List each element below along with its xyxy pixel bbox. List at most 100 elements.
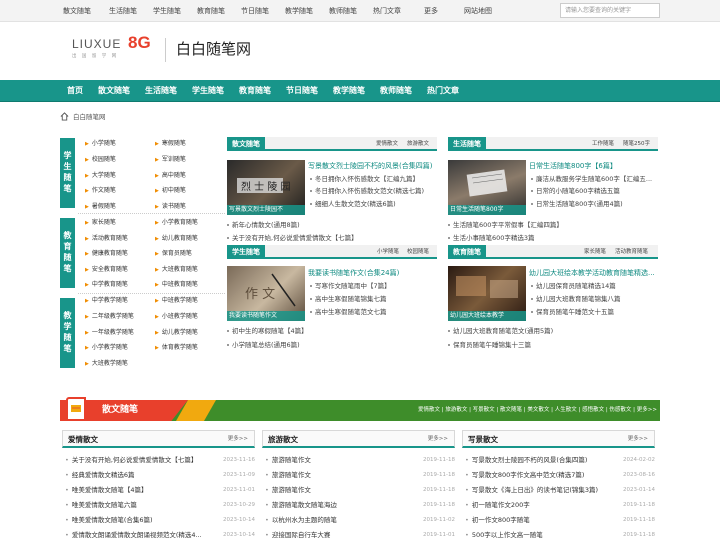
cat-link[interactable]: ▶ 活动教育随笔 xyxy=(85,234,128,244)
nav-jieri[interactable]: 节日随笔 xyxy=(286,80,318,102)
box-tag[interactable]: 活动教育随笔 xyxy=(615,245,648,259)
site-logo[interactable]: LIUXUE 8G 出 国 留 学 网 xyxy=(72,33,156,63)
article-thumbnail[interactable]: 幼儿园大班绘本教学 xyxy=(448,266,526,321)
box-title[interactable]: 生活随笔 xyxy=(448,137,486,151)
list-item[interactable]: 写寒作文随笔雨中【7篇】 xyxy=(310,281,437,292)
list-item[interactable]: 保育员随笔午睡锦集十三篇 xyxy=(448,340,658,351)
box-tag[interactable]: 旅游散文 xyxy=(407,137,429,151)
list-item[interactable]: 高中生寒假随笔范文七篇 xyxy=(310,307,437,318)
top-link-shenghuo[interactable]: 生活随笔 xyxy=(109,0,137,22)
column-title[interactable]: 旅游散文 xyxy=(268,431,298,448)
list-item[interactable]: 冬日拥你入怀伤感散文范文(精选七篇) xyxy=(310,186,437,197)
more-link[interactable]: 更多>> xyxy=(228,431,248,448)
list-item[interactable]: • 旅游随笔散文随笔海边 2019-11-18 xyxy=(262,499,455,512)
nav-sanwen[interactable]: 散文随笔 xyxy=(98,80,130,102)
column-title[interactable]: 写景散文 xyxy=(468,431,498,448)
list-item[interactable]: 高中生寒假随笔锦集七篇 xyxy=(310,294,437,305)
list-item[interactable]: • 爱情散文朗诵爱情散文朗诵视频范文(精选4... 2023-10-14 xyxy=(62,529,255,542)
list-item[interactable]: • 写景散文烈士陵园不朽的风景(合集四篇) 2024-02-02 xyxy=(462,454,655,467)
cat-link[interactable]: ▶ 读书随笔 xyxy=(155,202,186,212)
box-tag[interactable]: 爱情散文 xyxy=(376,137,398,151)
box-tag[interactable]: 随笔250字 xyxy=(623,137,650,151)
column-title[interactable]: 爱情散文 xyxy=(68,431,98,448)
list-item[interactable]: 新年心情散文(通用8篇) xyxy=(227,220,437,231)
nav-home[interactable]: 首页 xyxy=(67,80,83,102)
top-link-jiaoyu[interactable]: 教育随笔 xyxy=(197,0,225,22)
cat-link[interactable]: ▶ 幼儿教学随笔 xyxy=(155,328,198,338)
nav-shenghuo[interactable]: 生活随笔 xyxy=(145,80,177,102)
list-item[interactable]: • 以杭州水为主题的随笔 2019-11-02 xyxy=(262,514,455,527)
category-label-jiaoyu[interactable]: 教育随笔 xyxy=(60,218,75,288)
headline-link[interactable]: 我要读书随笔作文(合集24篇) xyxy=(308,268,437,278)
cat-link[interactable]: ▶ 二年级教学随笔 xyxy=(85,312,134,322)
box-title[interactable]: 教育随笔 xyxy=(448,245,486,259)
top-link-jiaoshi[interactable]: 教师随笔 xyxy=(329,0,357,22)
list-item[interactable]: • 唯美爱情散文随笔(合集6篇) 2023-10-14 xyxy=(62,514,255,527)
box-title[interactable]: 散文随笔 xyxy=(227,137,265,151)
cat-link[interactable]: ▶ 家长随笔 xyxy=(85,218,116,228)
list-item[interactable]: • 经典爱情散文精选6篇 2023-11-09 xyxy=(62,469,255,482)
list-item[interactable]: 廉洁从教服务学生随笔600字【汇编五... xyxy=(531,174,658,185)
list-item[interactable]: • 初一作文800字随笔 2019-11-18 xyxy=(462,514,655,527)
list-item[interactable]: • 迎接国际自行车大赛 2019-11-01 xyxy=(262,529,455,542)
nav-jiaoshi[interactable]: 教师随笔 xyxy=(380,80,412,102)
list-item[interactable]: 幼儿园保育员随笔精选14篇 xyxy=(531,281,658,292)
top-link-jiaoxue[interactable]: 教学随笔 xyxy=(285,0,313,22)
cat-link[interactable]: ▶ 校园随笔 xyxy=(85,155,116,165)
more-link[interactable]: 更多>> xyxy=(428,431,448,448)
list-item[interactable]: 小学随笔总结(通用6篇) xyxy=(227,340,437,351)
nav-remen[interactable]: 热门文章 xyxy=(427,80,459,102)
nav-xuesheng[interactable]: 学生随笔 xyxy=(192,80,224,102)
home-icon[interactable] xyxy=(60,112,69,121)
cat-link[interactable]: ▶ 暑假随笔 xyxy=(85,202,116,212)
top-link-xuesheng[interactable]: 学生随笔 xyxy=(153,0,181,22)
box-tag[interactable]: 工作随笔 xyxy=(592,137,614,151)
category-label-xuesheng[interactable]: 学生随笔 xyxy=(60,138,75,208)
top-link-sanwen[interactable]: 散文随笔 xyxy=(63,0,91,22)
list-item[interactable]: • 写景散文800字作文高中范文(精选7篇) 2023-08-16 xyxy=(462,469,655,482)
article-thumbnail[interactable]: 日常生活随笔800字 xyxy=(448,160,526,215)
list-item[interactable]: 日常的小随笔600字精选五篇 xyxy=(531,186,658,197)
article-thumbnail[interactable]: 作 文 我要读书随笔作文 xyxy=(227,266,305,321)
cat-link[interactable]: ▶ 高中随笔 xyxy=(155,171,186,181)
box-tag[interactable]: 校园随笔 xyxy=(407,245,429,259)
cat-link[interactable]: ▶ 初中随笔 xyxy=(155,186,186,196)
list-item[interactable]: • 唯美爱情散文随笔【4篇】 2023-11-01 xyxy=(62,484,255,497)
list-item[interactable]: • 关于没有开始,何必说爱情爱情散文【七篇】 2023-11-16 xyxy=(62,454,255,467)
band-links[interactable]: 爱情散文 | 旅游散文 | 写景散文 | 散文随笔 | 美文散文 | 人生散文 … xyxy=(418,400,657,421)
cat-link[interactable]: ▶ 中学教学随笔 xyxy=(85,296,128,306)
search-input[interactable]: 请输入您要查询的关键字 xyxy=(560,3,660,18)
band-title[interactable]: 散文随笔 xyxy=(102,400,138,421)
article-thumbnail[interactable]: 烈 士 陵 园 写景散文烈士陵园不 xyxy=(227,160,305,215)
cat-link[interactable]: ▶ 大班教育随笔 xyxy=(155,265,198,275)
top-link-sitemap[interactable]: 网站地图 xyxy=(464,0,492,22)
cat-link[interactable]: ▶ 中学教育随笔 xyxy=(85,280,128,290)
list-item[interactable]: • 旅游随笔作文 2019-11-18 xyxy=(262,454,455,467)
cat-link[interactable]: ▶ 寒假随笔 xyxy=(155,139,186,149)
cat-link[interactable]: ▶ 健康教育随笔 xyxy=(85,249,128,259)
top-link-remen[interactable]: 热门文章 xyxy=(373,0,401,22)
box-tag[interactable]: 小学随笔 xyxy=(377,245,399,259)
list-item[interactable]: 幼儿园大班教育随笔锦集八篇 xyxy=(531,294,658,305)
list-item[interactable]: 日常生活随笔800字(通用4篇) xyxy=(531,199,658,210)
headline-link[interactable]: 幼儿园大班绘本教学活动教育随笔精选... xyxy=(529,268,658,278)
cat-link[interactable]: ▶ 小学随笔 xyxy=(85,139,116,149)
cat-link[interactable]: ▶ 中班教育随笔 xyxy=(155,280,198,290)
list-item[interactable]: 保育员随笔午睡范文十五篇 xyxy=(531,307,658,318)
cat-link[interactable]: ▶ 作文随笔 xyxy=(85,186,116,196)
list-item[interactable]: 生活小事随笔600字精选3篇 xyxy=(448,233,658,244)
list-item[interactable]: 关于没有开始,何必说爱情爱情散文【七篇】 xyxy=(227,233,437,244)
headline-link[interactable]: 日常生活随笔800字【6篇】 xyxy=(529,161,658,171)
cat-link[interactable]: ▶ 小班教学随笔 xyxy=(155,312,198,322)
list-item[interactable]: • 旅游随笔作文 2019-11-18 xyxy=(262,484,455,497)
cat-link[interactable]: ▶ 中班教学随笔 xyxy=(155,296,198,306)
list-item[interactable]: • 唯美爱情散文随笔六篇 2023-10-29 xyxy=(62,499,255,512)
list-item[interactable]: • 旅游随笔作文 2019-11-18 xyxy=(262,469,455,482)
nav-jiaoyu[interactable]: 教育随笔 xyxy=(239,80,271,102)
cat-link[interactable]: ▶ 幼儿教育随笔 xyxy=(155,234,198,244)
top-link-more[interactable]: 更多 xyxy=(424,0,438,22)
headline-link[interactable]: 写景散文烈士陵园不朽的风景(合集四篇) xyxy=(308,161,438,171)
list-item[interactable]: • 写景散文《海上日出》的读书笔记(锦集3篇) 2023-01-14 xyxy=(462,484,655,497)
cat-link[interactable]: ▶ 大班教学随笔 xyxy=(85,359,128,369)
box-title[interactable]: 学生随笔 xyxy=(227,245,265,259)
